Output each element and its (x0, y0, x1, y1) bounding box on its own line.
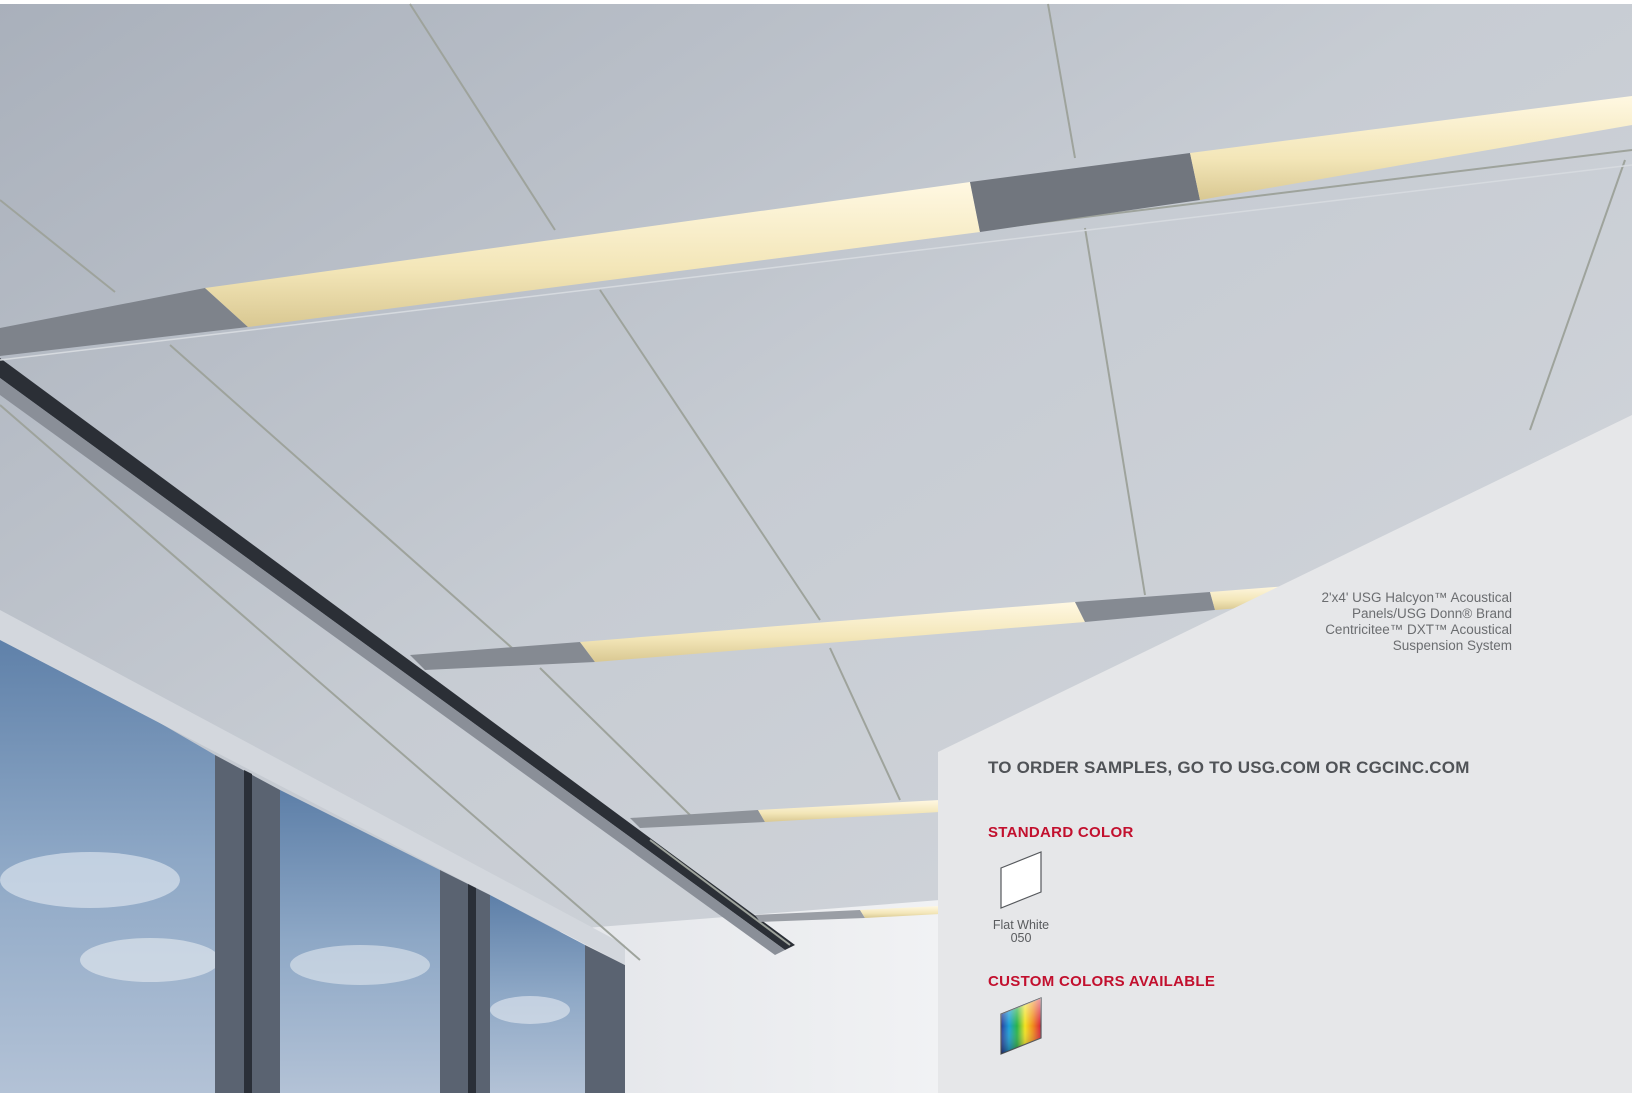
photo-caption: 2'x4' USG Halcyon™ Acoustical Panels/USG… (1252, 590, 1512, 654)
custom-colors-heading: CUSTOM COLORS AVAILABLE (988, 973, 1216, 990)
rainbow-swatch-icon (1000, 997, 1042, 1055)
order-samples-text: TO ORDER SAMPLES, GO TO USG.COM OR CGCIN… (988, 758, 1470, 777)
brochure-page: 2'x4' USG Halcyon™ Acoustical Panels/USG… (0, 0, 1632, 1093)
flat-white-label: Flat White 050 (976, 919, 1066, 945)
caption-line: 2'x4' USG Halcyon™ Acoustical (1321, 590, 1512, 605)
info-panel-background (938, 415, 1632, 1093)
flat-white-swatch (1000, 851, 1042, 909)
caption-line: Panels/USG Donn® Brand (1351, 606, 1512, 621)
caption-line: Suspension System (1392, 638, 1512, 653)
caption-line: Centricitee™ DXT™ Acoustical (1325, 622, 1512, 637)
standard-color-heading: STANDARD COLOR (988, 824, 1134, 841)
swatch-code: 050 (1010, 931, 1032, 945)
